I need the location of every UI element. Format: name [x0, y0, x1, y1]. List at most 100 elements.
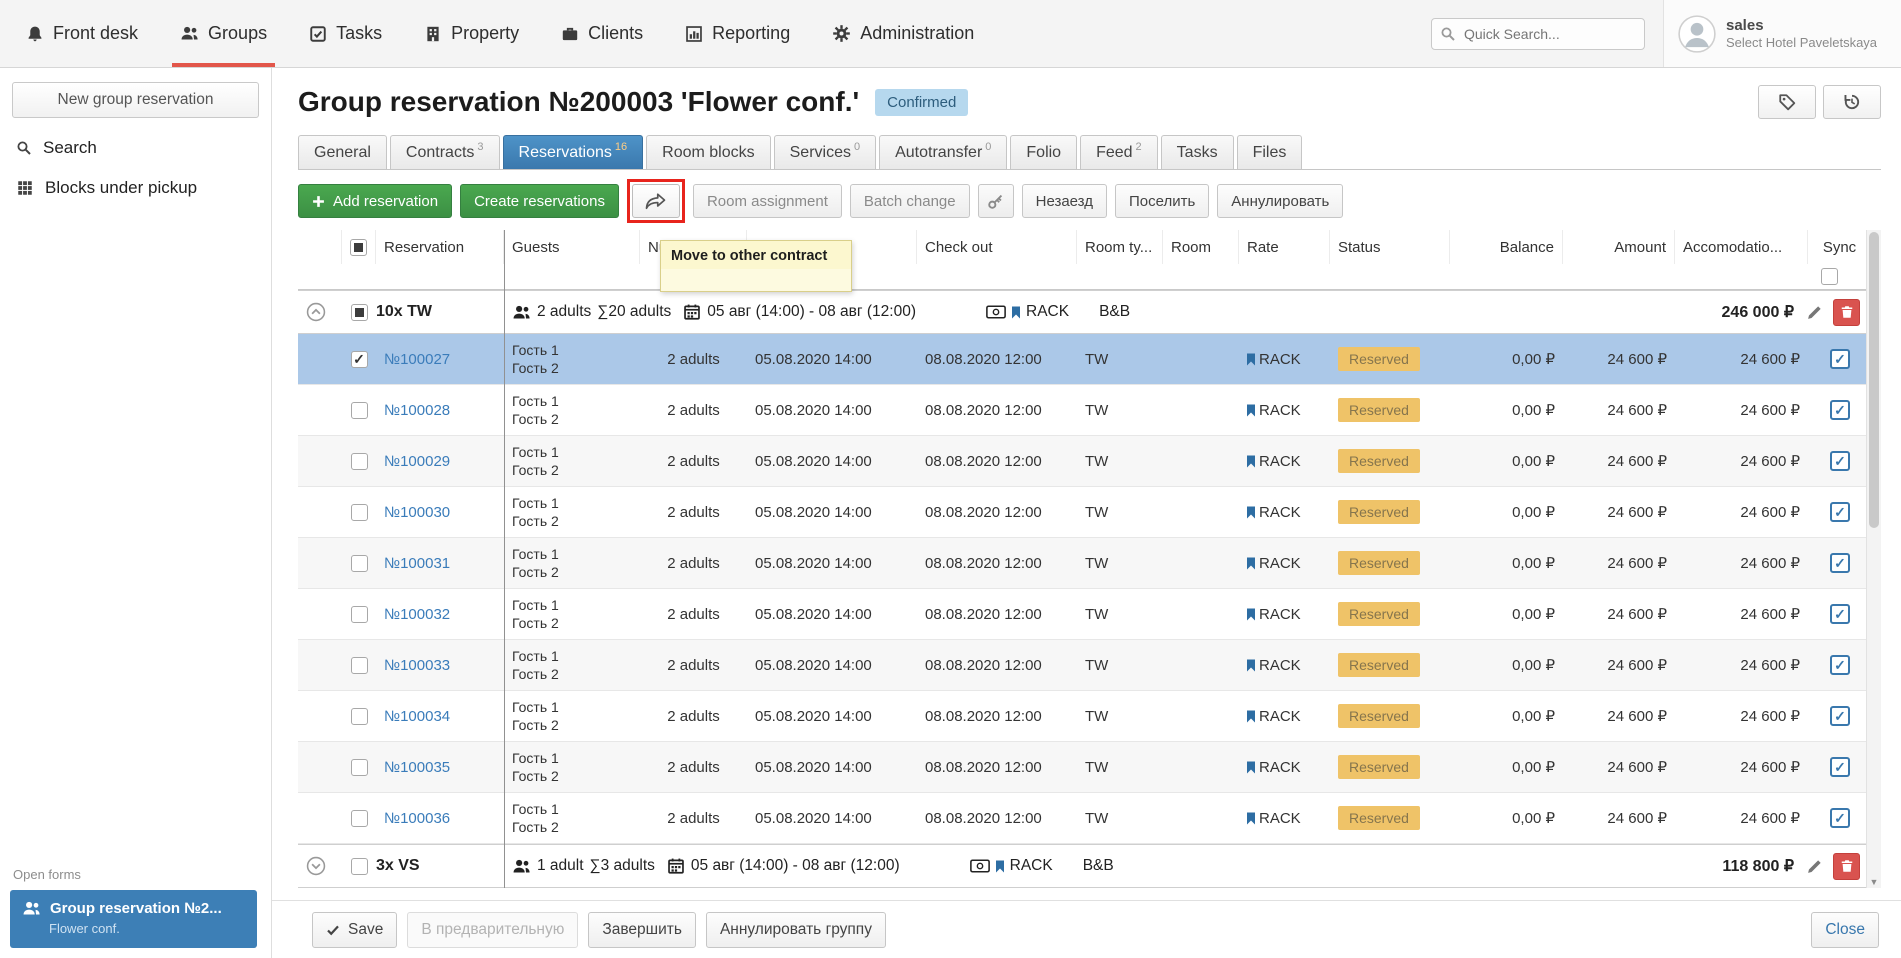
reservation-link[interactable]: №100029: [384, 453, 450, 470]
settle-button[interactable]: Поселить: [1115, 184, 1209, 218]
table-row[interactable]: №100035Гость 1Гость 22 adults05.08.2020 …: [298, 742, 1866, 793]
col-header-room-type[interactable]: Room ty...: [1077, 230, 1163, 264]
table-row[interactable]: №100036Гость 1Гость 22 adults05.08.2020 …: [298, 793, 1866, 844]
col-header-reservation[interactable]: Reservation: [376, 230, 504, 264]
add-reservation-button[interactable]: Add reservation: [298, 184, 452, 218]
table-scrollbar[interactable]: ▼: [1866, 230, 1881, 888]
sync-checkbox[interactable]: [1830, 808, 1850, 828]
new-group-reservation-button[interactable]: New group reservation: [12, 82, 259, 118]
row-checkbox[interactable]: [351, 453, 368, 470]
room-assignment-button[interactable]: Room assignment: [693, 184, 842, 218]
sync-checkbox[interactable]: [1830, 400, 1850, 420]
sidebar-item-search[interactable]: Search: [0, 128, 271, 168]
tab-services[interactable]: Services0: [774, 135, 876, 169]
group-checkbox[interactable]: [351, 858, 368, 875]
sync-checkbox[interactable]: [1830, 451, 1850, 471]
col-header-balance[interactable]: Balance: [1450, 230, 1563, 264]
quick-search-input[interactable]: [1431, 18, 1645, 50]
table-row[interactable]: №100028Гость 1Гость 22 adults05.08.2020 …: [298, 385, 1866, 436]
sync-all-checkbox[interactable]: [1821, 268, 1838, 285]
group-checkbox[interactable]: [351, 304, 368, 321]
reservation-link[interactable]: №100034: [384, 708, 450, 725]
tab-contracts[interactable]: Contracts3: [390, 135, 500, 169]
table-row[interactable]: №100033Гость 1Гость 22 adults05.08.2020 …: [298, 640, 1866, 691]
sync-checkbox[interactable]: [1830, 604, 1850, 624]
reservation-link[interactable]: №100030: [384, 504, 450, 521]
group-row[interactable]: 3x VS1 adult∑3 adults05 авг (14:00) - 08…: [298, 844, 1866, 888]
nav-item-front-desk[interactable]: Front desk: [22, 0, 142, 67]
row-checkbox[interactable]: [351, 402, 368, 419]
tags-button[interactable]: [1758, 85, 1816, 119]
row-checkbox[interactable]: [351, 759, 368, 776]
tab-reservations[interactable]: Reservations16: [503, 135, 644, 169]
chevron-circle-up-icon[interactable]: [306, 302, 326, 322]
sync-checkbox[interactable]: [1830, 655, 1850, 675]
user-menu[interactable]: sales Select Hotel Paveletskaya: [1663, 0, 1901, 67]
delete-group-button[interactable]: [1833, 853, 1860, 880]
sync-checkbox[interactable]: [1830, 502, 1850, 522]
annul-button[interactable]: Аннулировать: [1217, 184, 1343, 218]
reservation-link[interactable]: №100035: [384, 759, 450, 776]
open-form-card[interactable]: Group reservation №2... Flower conf.: [10, 890, 257, 948]
col-header-sync[interactable]: Sync: [1808, 230, 1872, 264]
table-row[interactable]: №100032Гость 1Гость 22 adults05.08.2020 …: [298, 589, 1866, 640]
keys-button[interactable]: [978, 184, 1014, 218]
nav-item-tasks[interactable]: Tasks: [305, 0, 386, 67]
close-button[interactable]: Close: [1811, 912, 1879, 948]
sync-checkbox[interactable]: [1830, 349, 1850, 369]
tab-folio[interactable]: Folio: [1010, 135, 1077, 169]
reservation-link[interactable]: №100028: [384, 402, 450, 419]
delete-group-button[interactable]: [1833, 299, 1860, 326]
tab-files[interactable]: Files: [1237, 135, 1303, 169]
tab-tasks[interactable]: Tasks: [1161, 135, 1234, 169]
sync-checkbox[interactable]: [1830, 553, 1850, 573]
table-row[interactable]: №100034Гость 1Гость 22 adults05.08.2020 …: [298, 691, 1866, 742]
col-header-status[interactable]: Status: [1330, 230, 1450, 264]
scrollbar-down-arrow[interactable]: ▼: [1867, 877, 1881, 887]
edit-group-button[interactable]: [1806, 304, 1823, 321]
nav-item-groups[interactable]: Groups: [176, 0, 271, 67]
nav-item-administration[interactable]: Administration: [828, 0, 978, 67]
history-button[interactable]: [1823, 85, 1881, 119]
reservation-link[interactable]: №100032: [384, 606, 450, 623]
row-checkbox[interactable]: [351, 555, 368, 572]
select-all-checkbox[interactable]: [350, 239, 367, 256]
col-header-amount[interactable]: Amount: [1563, 230, 1675, 264]
table-row[interactable]: №100027Гость 1Гость 22 adults05.08.2020 …: [298, 334, 1866, 385]
no-show-button[interactable]: Незаезд: [1022, 184, 1107, 218]
finish-button[interactable]: Завершить: [588, 912, 696, 948]
row-checkbox[interactable]: [351, 708, 368, 725]
create-reservations-button[interactable]: Create reservations: [460, 184, 619, 218]
table-row[interactable]: №100029Гость 1Гость 22 adults05.08.2020 …: [298, 436, 1866, 487]
row-checkbox[interactable]: [351, 810, 368, 827]
reservation-link[interactable]: №100033: [384, 657, 450, 674]
move-to-other-contract-button[interactable]: [632, 184, 680, 218]
row-checkbox[interactable]: [351, 504, 368, 521]
reservation-link[interactable]: №100031: [384, 555, 450, 572]
table-row[interactable]: №100031Гость 1Гость 22 adults05.08.2020 …: [298, 538, 1866, 589]
nav-item-reporting[interactable]: Reporting: [681, 0, 794, 67]
to-preliminary-button[interactable]: В предварительную: [407, 912, 578, 948]
sync-checkbox[interactable]: [1830, 706, 1850, 726]
tab-general[interactable]: General: [298, 135, 387, 169]
col-header-room[interactable]: Room: [1163, 230, 1239, 264]
reservation-link[interactable]: №100027: [384, 351, 450, 368]
nav-item-property[interactable]: Property: [420, 0, 523, 67]
sidebar-item-blocks-under-pickup[interactable]: Blocks under pickup: [0, 168, 271, 208]
tab-room-blocks[interactable]: Room blocks: [646, 135, 770, 169]
group-row[interactable]: 10x TW2 adults∑20 adults05 авг (14:00) -…: [298, 290, 1866, 334]
scrollbar-thumb[interactable]: [1869, 232, 1879, 528]
row-checkbox[interactable]: [351, 351, 368, 368]
col-header-rate[interactable]: Rate: [1239, 230, 1330, 264]
chevron-circle-down-icon[interactable]: [306, 856, 326, 876]
col-header-accommodation[interactable]: Accomodatio...: [1675, 230, 1808, 264]
tab-autotransfer[interactable]: Autotransfer0: [879, 135, 1007, 169]
save-button[interactable]: Save: [312, 912, 397, 948]
sync-checkbox[interactable]: [1830, 757, 1850, 777]
col-header-guests[interactable]: Guests: [504, 230, 640, 264]
nav-item-clients[interactable]: Clients: [557, 0, 647, 67]
col-header-check-out[interactable]: Check out: [917, 230, 1077, 264]
table-row[interactable]: №100030Гость 1Гость 22 adults05.08.2020 …: [298, 487, 1866, 538]
row-checkbox[interactable]: [351, 606, 368, 623]
tab-feed[interactable]: Feed2: [1080, 135, 1158, 169]
